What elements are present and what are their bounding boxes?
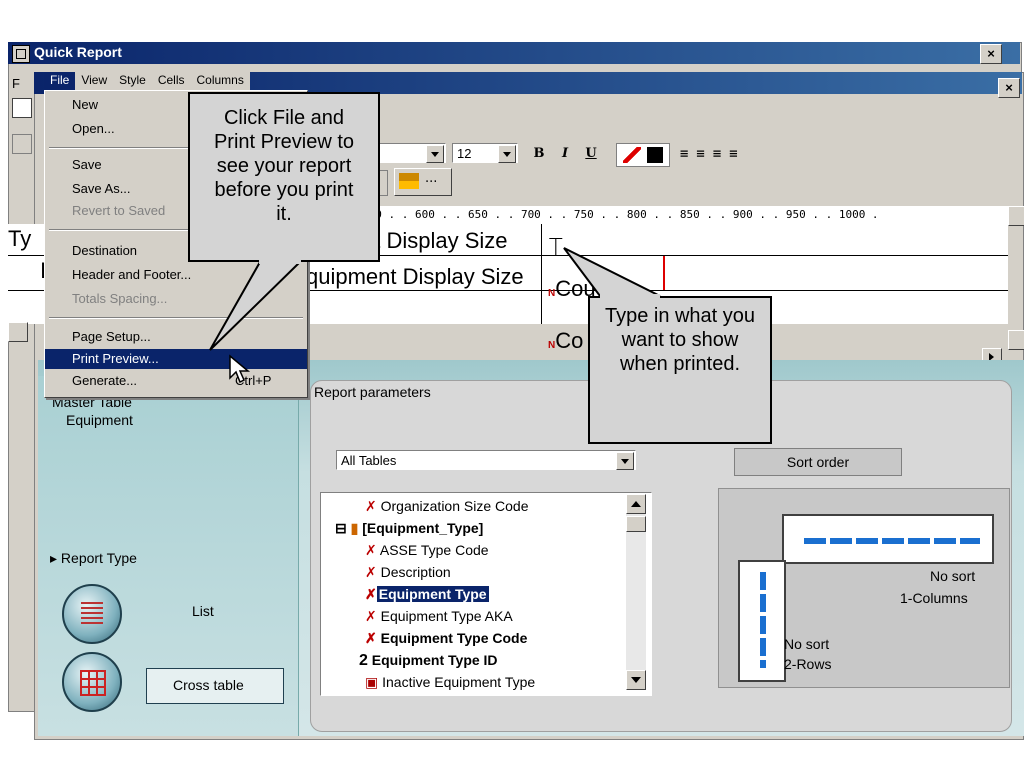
align-buttons[interactable]: ≡≡≡≡ [680,146,746,162]
column-cell-2[interactable]: NCo [548,328,583,354]
report-parameters-tab[interactable]: Report parameters [314,384,431,400]
menu-cells[interactable]: Cells [152,72,191,90]
menu-view[interactable]: View [75,72,113,90]
scroll-up-button[interactable] [1008,206,1024,226]
ruler: 550 . . 600 . . 650 . . 700 . . 750 . . … [362,206,1008,225]
callout-join [259,258,301,264]
rows-dropzone[interactable] [738,560,786,682]
field-icon: ✗ [365,630,377,646]
grid-icon [80,670,106,696]
pen-icon [623,147,641,163]
callout-print-preview-text: Click File and Print Preview to see your… [213,107,355,225]
underline-button[interactable]: U [580,143,602,165]
menu-bar: File View Style Cells Columns [44,72,250,90]
tree-item[interactable]: ✗ ASSE Type Code [365,539,489,561]
field-icon: ✗ [365,542,377,558]
app-icon [12,45,30,63]
table-filter-combo[interactable]: All Tables [336,450,636,470]
font-size-value: 12 [457,146,472,161]
report-type-text: Report Type [60,550,137,566]
tree-item[interactable]: ✗ Equipment Type Code [365,627,527,649]
list-label: List [192,603,214,619]
scroll-thumb[interactable] [626,516,646,532]
tree-item-label: ASSE Type Code [379,542,489,558]
tree-item-label: Equipment Type ID [371,652,498,668]
tree-item[interactable]: ✗ Equipment Type AKA [365,605,513,627]
callout-print-preview: Click File and Print Preview to see your… [188,92,380,262]
cross-table-label: Cross table [173,677,244,693]
rows-label: 2-Rows [784,656,832,672]
report-type-label: ▸ Report Type [50,550,137,566]
grid-row1-left[interactable]: Ty [8,226,31,252]
scroll-left-button[interactable] [8,322,28,342]
field-icon: ✗ [365,608,377,624]
callout-join [600,294,660,300]
table-icon[interactable]: ... [394,168,452,196]
cross-table-button[interactable] [62,652,122,712]
callout-pointer [563,247,661,297]
scroll-down-button[interactable] [1008,330,1024,350]
new-doc-icon[interactable] [12,98,32,118]
tree-item[interactable]: 2 Equipment Type ID [359,649,498,671]
font-size-combo[interactable]: 12 [452,143,518,163]
boolean-icon: ▣ [365,674,379,690]
tree-item-label: Organization Size Code [380,498,529,514]
chevron-down-icon[interactable] [498,145,516,163]
columns-label: 1-Columns [900,590,968,606]
sort-order-button[interactable]: Sort order [734,448,902,476]
chevron-down-icon[interactable] [426,145,444,163]
numeric-icon: 2 [359,652,368,669]
ellipsis: ... [425,171,438,186]
field-icon: ✗ [365,498,377,514]
cross-table-box[interactable]: Cross table [146,668,284,704]
menu-columns[interactable]: Columns [191,72,250,90]
bold-button[interactable]: B [528,143,550,165]
tree-item-label: Description [380,564,451,580]
window-title: Quick Report [34,44,122,60]
menu-file[interactable]: File [44,72,76,90]
list-report-button[interactable] [62,584,122,644]
menu-style[interactable]: Style [113,72,152,90]
tree-item-label: Equipment Type AKA [380,608,513,624]
tree-item-label: Equipment Type Code [380,630,528,646]
field-tree: ✗ Organization Size Code ⊟ ▮ [Equipment_… [320,492,652,696]
callout-type-in-text: Type in what you want to show when print… [604,305,756,375]
outer-close-button[interactable]: × [980,44,1002,64]
outer-title-bar[interactable] [8,42,1020,64]
callout-type-in: Type in what you want to show when print… [588,296,772,444]
color-picker[interactable] [616,143,670,167]
list-icon [81,602,103,624]
outer-menu-partial[interactable]: F [12,76,20,91]
tree-item-label: Inactive Equipment Type [382,674,536,690]
columns-sort-label: No sort [930,568,976,584]
field-icon: ✗ [365,586,377,602]
italic-button[interactable]: I [554,143,576,165]
rows-bar [760,572,766,668]
tree-item[interactable]: ⊟ ▮ [Equipment_Type] [335,517,483,539]
tree-item[interactable]: ✗ Organization Size Code [365,495,529,517]
inner-close-button[interactable]: × [998,78,1020,98]
tree-item-selected[interactable]: ✗ Equipment Type [365,583,489,605]
tree-item[interactable]: ✗ Description [365,561,451,583]
tree-item[interactable]: ▣ Inactive Equipment Type [365,671,535,693]
grid-line [541,224,542,324]
scroll-up-button[interactable] [626,494,646,514]
tree-item-label: [Equipment_Type] [362,520,484,536]
table-filter-value: All Tables [341,453,397,468]
field-icon: ✗ [365,564,377,580]
scroll-down-button[interactable] [626,670,646,690]
rows-sort-label: No sort [784,636,830,652]
columns-dropzone[interactable] [782,514,994,564]
sum-icon[interactable] [12,134,32,154]
tree-scrollbar[interactable] [626,494,646,690]
column-cell-2-text: Co [555,328,584,353]
master-table-value[interactable]: Equipment [66,412,133,428]
table-icon: ▮ [350,520,359,536]
collapse-icon[interactable]: ⊟ [335,520,347,536]
columns-bar [804,538,980,544]
chevron-down-icon[interactable] [616,452,634,470]
tree-item-label: Equipment Type [376,586,489,602]
color-swatch [647,147,663,163]
